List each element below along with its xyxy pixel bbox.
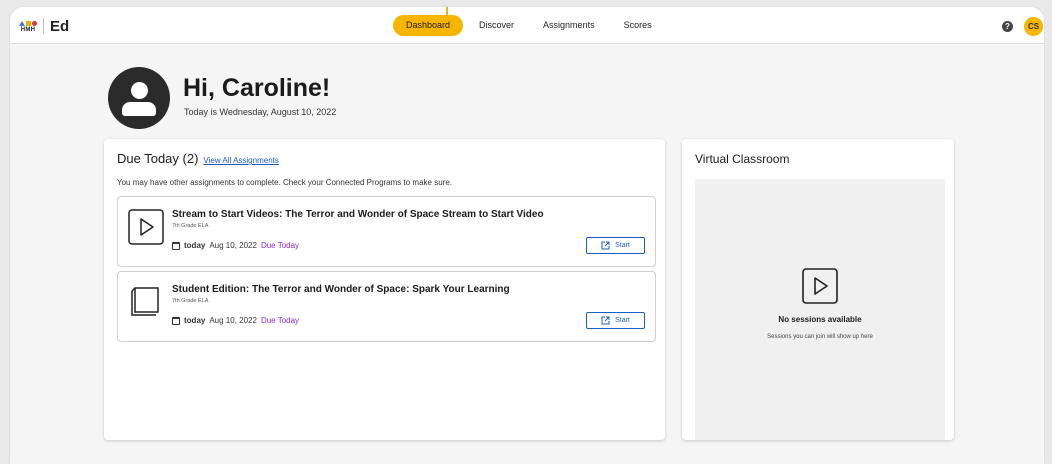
greeting-title: Hi, Caroline! <box>183 74 331 102</box>
assignment-due-label: Due Today <box>260 241 300 250</box>
due-today-title: Due Today (2) <box>117 151 199 166</box>
no-sessions-hint: Sessions you can join will show up here <box>767 334 873 340</box>
start-button-label: Start <box>615 242 630 249</box>
greeting-date: Today is Wednesday, August 10, 2022 <box>184 107 337 117</box>
brand[interactable]: HMH Ed <box>19 15 69 37</box>
assignment-card[interactable]: Student Edition: The Terror and Wonder o… <box>117 271 656 342</box>
due-today-header: Due Today (2) View All Assignments <box>117 151 279 166</box>
video-play-icon <box>802 268 838 304</box>
assignment-title[interactable]: Student Edition: The Terror and Wonder o… <box>172 284 510 295</box>
assignment-today-label: today <box>184 241 206 250</box>
virtual-classroom-card: Virtual Classroom No sessions available … <box>682 139 954 440</box>
tab-assignments[interactable]: Assignments <box>530 15 608 36</box>
logo-text: HMH <box>20 27 36 33</box>
external-link-icon <box>601 316 610 325</box>
due-today-card: Due Today (2) View All Assignments You m… <box>104 139 665 440</box>
help-icon[interactable]: ? <box>1002 21 1013 32</box>
view-all-assignments-link[interactable]: View All Assignments <box>203 156 278 165</box>
top-navigation-bar: HMH Ed Dashboard Discover Assignments Sc… <box>10 7 1044 44</box>
start-button[interactable]: Start <box>586 312 645 329</box>
book-icon <box>131 287 159 316</box>
brand-divider <box>43 18 44 34</box>
brand-name: Ed <box>50 17 70 35</box>
user-avatar-button[interactable]: CS <box>1024 17 1043 36</box>
assignment-grade: 7th Grade ELA <box>172 223 209 229</box>
app-window: HMH Ed Dashboard Discover Assignments Sc… <box>10 7 1044 464</box>
video-play-icon <box>128 209 164 245</box>
virtual-classroom-panel: No sessions available Sessions you can j… <box>695 179 945 440</box>
assignment-card[interactable]: Stream to Start Videos: The Terror and W… <box>117 196 656 267</box>
assignment-due-info: today Aug 10, 2022 Due Today <box>172 241 299 250</box>
start-button-label: Start <box>615 317 630 324</box>
due-today-note: You may have other assignments to comple… <box>117 178 452 187</box>
profile-avatar-icon <box>108 67 170 129</box>
logo-shapes-icon <box>19 19 37 26</box>
active-tab-indicator <box>446 7 448 15</box>
tab-scores[interactable]: Scores <box>611 15 665 36</box>
tab-dashboard[interactable]: Dashboard <box>393 15 464 36</box>
virtual-classroom-title: Virtual Classroom <box>695 152 790 166</box>
assignment-date: Aug 10, 2022 <box>209 241 257 250</box>
main-nav: Dashboard Discover Assignments Scores <box>393 15 668 36</box>
no-sessions-title: No sessions available <box>778 315 862 324</box>
tab-discover[interactable]: Discover <box>466 15 527 36</box>
assignment-grade: 7th Grade ELA <box>172 298 209 304</box>
calendar-icon <box>172 316 180 325</box>
assignment-due-info: today Aug 10, 2022 Due Today <box>172 316 299 325</box>
start-button[interactable]: Start <box>586 237 645 254</box>
assignment-due-label: Due Today <box>260 316 300 325</box>
assignment-today-label: today <box>184 316 206 325</box>
external-link-icon <box>601 241 610 250</box>
assignment-date: Aug 10, 2022 <box>209 316 257 325</box>
calendar-icon <box>172 241 180 250</box>
hmh-logo: HMH <box>19 16 37 36</box>
assignment-title[interactable]: Stream to Start Videos: The Terror and W… <box>172 209 544 220</box>
